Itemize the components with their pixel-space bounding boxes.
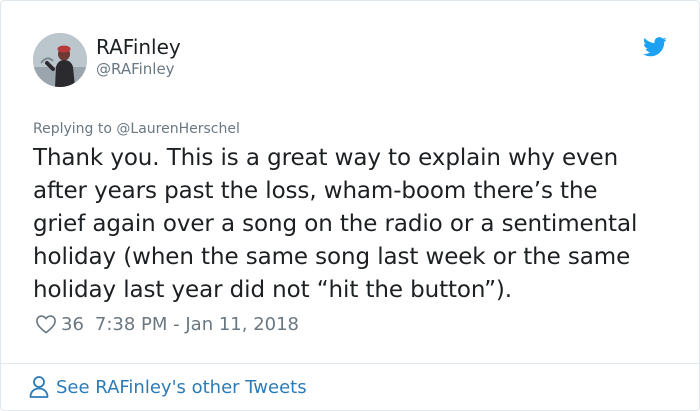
twitter-bird-icon[interactable] bbox=[643, 37, 667, 57]
reply-mention-link[interactable]: @LaurenHerschel bbox=[116, 121, 239, 137]
tweet-text-line: holiday (when the same song last week or… bbox=[33, 244, 631, 270]
avatar[interactable] bbox=[33, 33, 87, 87]
reply-prefix: Replying to bbox=[33, 121, 112, 137]
tweet-meta: 36 7:38 PM - Jan 11, 2018 bbox=[35, 313, 299, 335]
person-icon bbox=[29, 376, 49, 398]
footer-divider bbox=[1, 363, 699, 364]
tweet-card: RAFinley @RAFinley Replying to @LaurenHe… bbox=[0, 0, 700, 411]
like-count[interactable]: 36 bbox=[61, 314, 84, 335]
tweet-text-line: Thank you. This is a great way to explai… bbox=[33, 145, 619, 171]
profile-photo-icon bbox=[33, 33, 87, 87]
tweet-text: Thank you. This is a great way to explai… bbox=[33, 142, 683, 307]
author-display-name[interactable]: RAFinley bbox=[96, 35, 181, 59]
see-other-tweets-link[interactable]: See RAFinley's other Tweets bbox=[28, 375, 307, 399]
tweet-text-line: grief again over a song on the radio or … bbox=[33, 211, 638, 237]
tweet-text-line: holiday last year did not “hit the butto… bbox=[33, 277, 513, 303]
author-handle[interactable]: @RAFinley bbox=[96, 60, 175, 78]
see-other-tweets-label[interactable]: See RAFinley's other Tweets bbox=[56, 377, 307, 398]
tweet-text-line: after years past the loss, wham-boom the… bbox=[33, 178, 598, 204]
reply-context: Replying to @LaurenHerschel bbox=[33, 121, 240, 137]
heart-icon[interactable] bbox=[35, 314, 57, 334]
tweet-timestamp[interactable]: 7:38 PM - Jan 11, 2018 bbox=[95, 314, 299, 335]
